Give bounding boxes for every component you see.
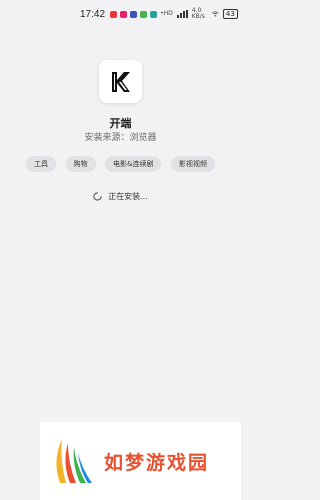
notification-icon-4 (140, 10, 148, 18)
watermark-banner: 如梦游戏园 (40, 422, 241, 500)
installing-text: 正在安装... (108, 192, 148, 201)
sail-logo-icon (56, 439, 92, 483)
status-right: HD 4.0 KB/s 43 (164, 8, 238, 20)
app-logo-k-icon (111, 71, 130, 92)
spinner-icon (93, 192, 102, 201)
install-source: 安装来源：浏览器 (84, 133, 157, 143)
tag-tools[interactable]: 工具 (26, 156, 56, 172)
install-progress: 正在安装... (0, 191, 241, 202)
status-bar: 17:42 • HD 4.0 KB/s 43 (0, 0, 241, 28)
status-time: 17:42 (80, 8, 106, 20)
tag-shopping[interactable]: 购物 (65, 156, 96, 172)
network-speed: 4.0 KB/s (191, 7, 205, 20)
app-name: 开端 (109, 117, 132, 130)
notification-icon-5 (150, 10, 158, 18)
tag-video[interactable]: 影视视频 (170, 156, 215, 172)
tag-list: 工具 购物 电影&连续剧 影视视频 (26, 156, 215, 172)
app-icon (99, 60, 142, 103)
signal-label: HD (163, 10, 173, 17)
tag-movies[interactable]: 电影&连续剧 (105, 156, 162, 172)
signal-icon (176, 10, 188, 18)
battery-icon: 43 (222, 9, 238, 19)
notification-icon-2 (120, 10, 128, 18)
status-left: 17:42 • (80, 9, 164, 20)
wifi-icon (212, 11, 219, 17)
notification-icon-3 (130, 10, 138, 18)
notification-icon-1 (110, 10, 118, 18)
banner-text: 如梦游戏园 (104, 451, 210, 474)
